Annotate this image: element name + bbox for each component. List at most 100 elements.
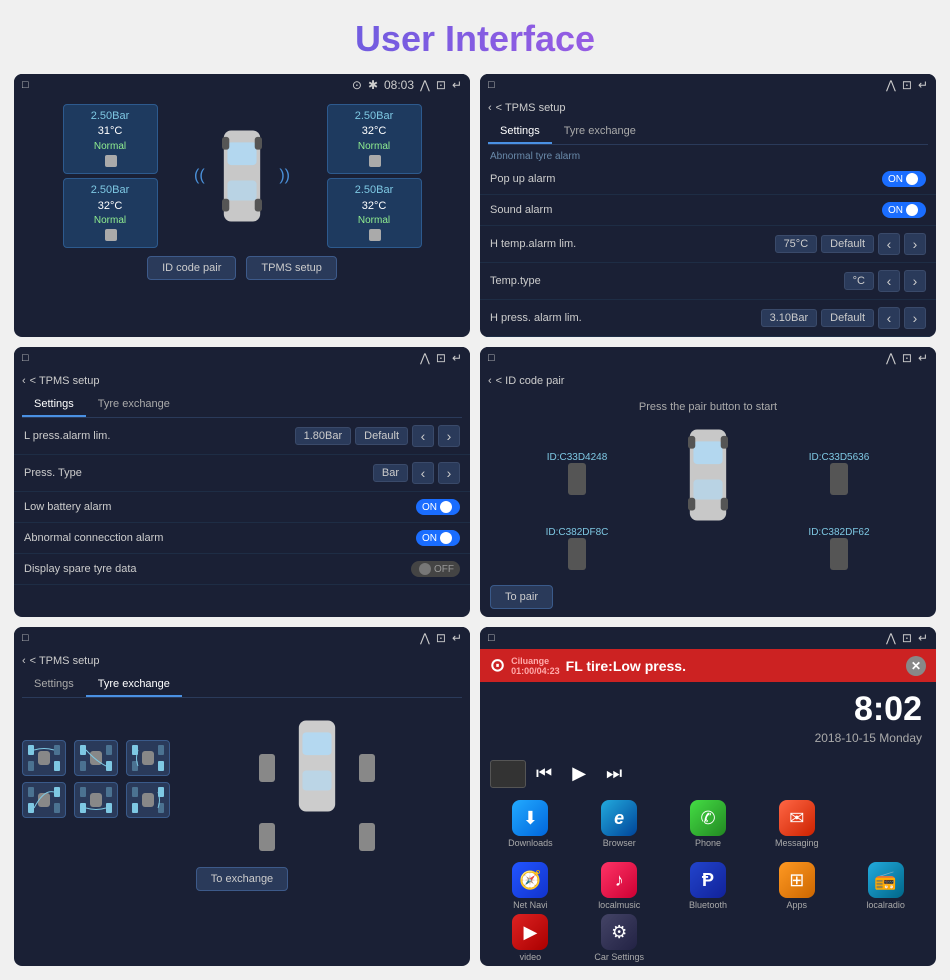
spare-tyre-toggle[interactable]: OFF xyxy=(411,561,460,577)
l-press-prev[interactable]: ‹ xyxy=(412,425,434,447)
h-press-next[interactable]: › xyxy=(904,307,926,329)
row-press-type: Press. Type Bar ‹ › xyxy=(14,455,470,492)
tire-fl-status: Normal xyxy=(72,140,149,154)
bluetooth-icon: ✱ xyxy=(368,78,378,92)
statusbar-1: □ ⊙ ✱ 08:03 ⋀ ⊡ ↵ xyxy=(14,74,470,96)
home-icon-6: □ xyxy=(488,632,495,644)
statusbar-4: □ ⋀ ⊡ ↵ xyxy=(480,347,936,369)
breadcrumb-p2[interactable]: ‹ < TPMS setup xyxy=(480,96,936,120)
tire-fr-temp: 32°C xyxy=(336,124,413,139)
popup-alarm-toggle[interactable]: ON xyxy=(882,171,926,187)
media-row: ⏮ ▶ ⏭ xyxy=(480,753,936,794)
abnormal-conn-control[interactable]: ON xyxy=(416,530,460,546)
spare-tyre-control[interactable]: OFF xyxy=(411,561,460,577)
low-battery-toggle[interactable]: ON xyxy=(416,499,460,515)
id-code-pair-button[interactable]: ID code pair xyxy=(147,256,236,280)
panel-id-code-pair: □ ⋀ ⊡ ↵ ‹ < ID code pair Press the pair … xyxy=(480,347,936,617)
media-play[interactable]: ▶ xyxy=(572,763,586,784)
exchange-icon-2[interactable] xyxy=(126,740,170,776)
exchange-icon-4[interactable] xyxy=(74,782,118,818)
video-label: video xyxy=(520,952,542,962)
pair-btn-row: To pair xyxy=(480,577,936,617)
app-apps[interactable]: ⊞ Apps xyxy=(754,862,839,910)
app-messaging[interactable]: ✉ Messaging xyxy=(754,800,839,848)
sound-alarm-toggle[interactable]: ON xyxy=(882,202,926,218)
app-phone[interactable]: ✆ Phone xyxy=(666,800,751,848)
breadcrumb-p3[interactable]: ‹ < TPMS setup xyxy=(14,369,470,393)
tire-fl-temp: 31°C xyxy=(72,124,149,139)
tab-tyre-exchange-p2[interactable]: Tyre exchange xyxy=(552,120,648,144)
tab-settings-p3[interactable]: Settings xyxy=(22,393,86,417)
row-sound-alarm: Sound alarm ON xyxy=(480,195,936,226)
tire-fl: 2.50Bar 31°C Normal xyxy=(63,104,158,174)
back-6: ↵ xyxy=(918,631,928,645)
media-prev[interactable]: ⏮ xyxy=(536,763,552,784)
to-pair-button[interactable]: To pair xyxy=(490,585,553,609)
pair-id-fr: ID:C33D5636 xyxy=(809,452,870,463)
messaging-icon: ✉ xyxy=(779,800,815,836)
signal-2: ⋀ xyxy=(886,78,896,92)
tire-rr-bar: 2.50Bar xyxy=(336,183,413,198)
app-carsettings[interactable]: ⚙ Car Settings xyxy=(577,914,662,962)
exchange-icon-0[interactable] xyxy=(22,740,66,776)
abnormal-conn-toggle[interactable]: ON xyxy=(416,530,460,546)
h-press-prev[interactable]: ‹ xyxy=(878,307,900,329)
breadcrumb-p5[interactable]: ‹ < TPMS setup xyxy=(14,649,470,673)
window-4: ⊡ xyxy=(902,351,912,365)
popup-alarm-control[interactable]: ON xyxy=(882,171,926,187)
pair-rl: ID:C382DF8C xyxy=(546,527,609,573)
app-browser[interactable]: e Browser xyxy=(577,800,662,848)
exchange-icon-3[interactable] xyxy=(22,782,66,818)
tire-rr: 2.50Bar 32°C Normal xyxy=(327,178,422,248)
sound-alarm-control[interactable]: ON xyxy=(882,202,926,218)
app-bluetooth[interactable]: Ᵽ Bluetooth xyxy=(666,862,751,910)
tab-tyre-exchange-p3[interactable]: Tyre exchange xyxy=(86,393,182,417)
app-localmusic[interactable]: ♪ localmusic xyxy=(577,862,662,910)
app-netnavi[interactable]: 🧭 Net Navi xyxy=(488,862,573,910)
tab-settings-p2[interactable]: Settings xyxy=(488,120,552,144)
app-downloads[interactable]: ⬇ Downloads xyxy=(488,800,573,848)
car-grid: 2.50Bar 31°C Normal (( xyxy=(22,104,462,248)
tpms-setup-button-1[interactable]: TPMS setup xyxy=(246,256,337,280)
tab-settings-p5[interactable]: Settings xyxy=(22,673,86,697)
to-exchange-button[interactable]: To exchange xyxy=(196,867,288,891)
exchange-icon-1[interactable] xyxy=(74,740,118,776)
h-temp-prev[interactable]: ‹ xyxy=(878,233,900,255)
press-type-prev[interactable]: ‹ xyxy=(412,462,434,484)
app-localradio[interactable]: 📻 localradio xyxy=(843,862,928,910)
press-type-next[interactable]: › xyxy=(438,462,460,484)
home-icon-5: □ xyxy=(22,632,29,644)
date-display: 2018-10-15 Monday xyxy=(480,731,936,753)
panel-alert: □ ⋀ ⊡ ↵ ⊙ Ciluange 01:00/04:23 FL tire:L… xyxy=(480,627,936,966)
tire-rl-status: Normal xyxy=(72,214,149,228)
temp-type-prev[interactable]: ‹ xyxy=(878,270,900,292)
home-icon: □ xyxy=(22,79,29,91)
pair-grid: ID:C33D4248 ID:C33D5636 xyxy=(480,421,936,577)
exchange-icon-5[interactable] xyxy=(126,782,170,818)
temp-type-next[interactable]: › xyxy=(904,270,926,292)
low-battery-control[interactable]: ON xyxy=(416,499,460,515)
tire-rl-bar: 2.50Bar xyxy=(72,183,149,198)
tire-img-rr xyxy=(830,538,848,570)
l-press-next[interactable]: › xyxy=(438,425,460,447)
tire-fr: 2.50Bar 32°C Normal xyxy=(327,104,422,174)
media-next[interactable]: ⏭ xyxy=(606,763,622,784)
h-press-label: H press. alarm lim. xyxy=(490,312,761,324)
localmusic-icon: ♪ xyxy=(601,862,637,898)
tab-tyre-exchange-p5[interactable]: Tyre exchange xyxy=(86,673,182,697)
breadcrumb-p4[interactable]: ‹ < ID code pair xyxy=(480,369,936,393)
alert-tire-icon: ⊙ xyxy=(490,655,505,676)
exchange-icons xyxy=(22,740,172,818)
window-icon: ⊡ xyxy=(436,78,446,92)
alert-close-button[interactable]: ✕ xyxy=(906,656,926,676)
tire-rl-temp: 32°C xyxy=(72,199,149,214)
h-temp-next[interactable]: › xyxy=(904,233,926,255)
l-press-default: Default xyxy=(355,427,408,445)
panel-tpms-display: □ ⊙ ✱ 08:03 ⋀ ⊡ ↵ 2.50Bar 31°C Normal xyxy=(14,74,470,337)
media-thumbnail xyxy=(490,760,526,788)
sound-alarm-label: Sound alarm xyxy=(490,204,882,216)
car-center: (( )) xyxy=(212,126,272,226)
h-temp-label: H temp.alarm lim. xyxy=(490,238,775,250)
app-video[interactable]: ▶ video xyxy=(488,914,573,962)
statusbar-5: □ ⋀ ⊡ ↵ xyxy=(14,627,470,649)
